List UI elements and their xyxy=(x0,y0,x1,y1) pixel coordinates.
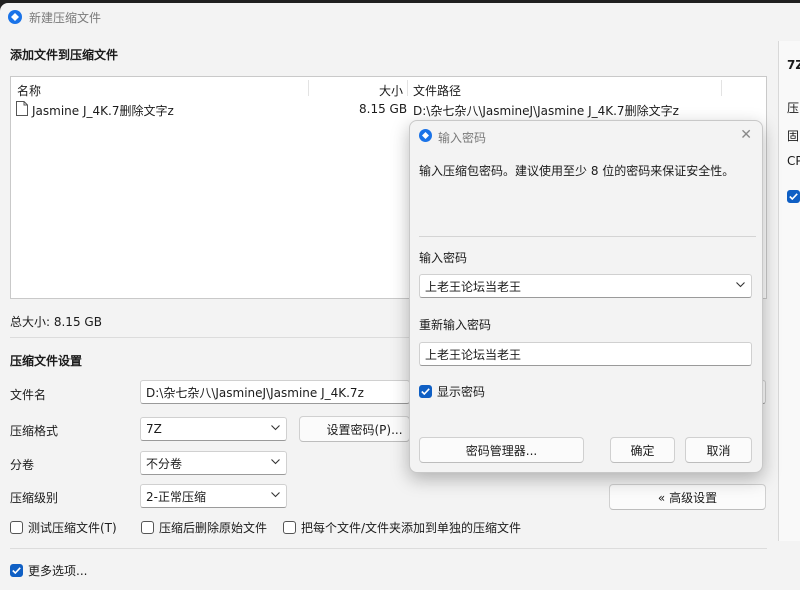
test-archive-checkbox[interactable]: 测试压缩文件(T) xyxy=(10,519,117,536)
add-files-heading: 添加文件到压缩文件 xyxy=(10,48,119,62)
advanced-settings-button[interactable]: « 高级设置 xyxy=(609,484,766,510)
filename-label: 文件名 xyxy=(10,388,47,402)
filename-value: D:\杂七杂八\JasmineJ\Jasmine J_4K.7z xyxy=(146,385,364,400)
chevron-down-icon xyxy=(271,492,280,498)
chevron-down-icon xyxy=(271,425,280,431)
checkmark-icon xyxy=(421,388,430,395)
column-name-header[interactable]: 名称 xyxy=(17,82,41,99)
checkbox-box xyxy=(283,521,296,534)
ok-button[interactable]: 确定 xyxy=(610,437,675,463)
format-label: 压缩格式 xyxy=(10,424,59,438)
reenter-password-input[interactable]: 上老王论坛当老王 xyxy=(419,342,752,366)
divider xyxy=(10,337,410,338)
close-icon[interactable]: ✕ xyxy=(740,127,752,143)
format-value: 7Z xyxy=(146,422,162,436)
split-value: 不分卷 xyxy=(146,456,183,471)
more-options-checkbox[interactable]: 更多选项... xyxy=(10,562,87,579)
level-select[interactable]: 2-正常压缩 xyxy=(140,484,287,508)
level-label: 压缩级别 xyxy=(10,491,59,505)
format-options-panel: 7Z 压 固 CP xyxy=(778,41,800,541)
file-size-cell: 8.15 GB xyxy=(359,102,408,116)
password-dialog: 输入密码 ✕ 输入压缩包密码。建议使用至少 8 位的密码来保证安全性。 输入密码… xyxy=(409,120,763,473)
chevron-down-icon[interactable] xyxy=(736,282,745,288)
password-manager-button[interactable]: 密码管理器... xyxy=(419,437,584,463)
set-password-button[interactable]: 设置密码(P)... xyxy=(299,416,410,442)
file-icon xyxy=(16,101,28,116)
checkmark-icon xyxy=(789,193,798,200)
panel-format-title: 7Z xyxy=(787,58,800,72)
show-password-checkbox[interactable]: 显示密码 xyxy=(419,383,485,400)
panel-line: 固 xyxy=(787,129,800,143)
total-size-label: 总大小: 8.15 GB xyxy=(10,315,102,329)
settings-heading: 压缩文件设置 xyxy=(10,354,83,368)
app-logo-icon xyxy=(419,129,432,142)
app-logo-icon xyxy=(8,10,22,24)
checkmark-icon xyxy=(12,567,21,574)
reenter-value: 上老王论坛当老王 xyxy=(425,347,522,362)
file-list-header: 名称 大小 文件路径 xyxy=(11,77,766,99)
password-label: 输入密码 xyxy=(419,251,468,265)
chevron-down-icon xyxy=(271,459,280,465)
panel-line: CP xyxy=(787,154,800,168)
level-value: 2-正常压缩 xyxy=(146,489,206,504)
column-path-header[interactable]: 文件路径 xyxy=(413,82,461,99)
panel-checkbox-checked[interactable] xyxy=(787,190,800,203)
cancel-button[interactable]: 取消 xyxy=(685,437,752,463)
table-row[interactable]: Jasmine J_4K.7删除文字z 8.15 GB D:\杂七杂八\Jasm… xyxy=(11,99,766,119)
checkbox-checked xyxy=(419,385,432,398)
checkbox-box xyxy=(141,521,154,534)
delete-after-checkbox[interactable]: 压缩后删除原始文件 xyxy=(141,519,267,536)
column-size-header[interactable]: 大小 xyxy=(379,82,403,99)
divider xyxy=(10,548,767,549)
dialog-description: 输入压缩包密码。建议使用至少 8 位的密码来保证安全性。 xyxy=(419,164,735,178)
password-input[interactable]: 上老王论坛当老王 xyxy=(419,274,752,298)
separate-archives-checkbox[interactable]: 把每个文件/文件夹添加到单独的压缩文件 xyxy=(283,519,521,536)
file-path-cell: D:\杂七杂八\JasmineJ\Jasmine J_4K.7删除文字z xyxy=(413,104,679,118)
password-value: 上老王论坛当老王 xyxy=(425,279,522,294)
format-select[interactable]: 7Z xyxy=(140,417,287,441)
checkbox-checked xyxy=(10,564,23,577)
reenter-label: 重新输入密码 xyxy=(419,318,492,332)
window-title: 新建压缩文件 xyxy=(29,10,102,25)
split-select[interactable]: 不分卷 xyxy=(140,451,287,475)
title-bar: 新建压缩文件 xyxy=(0,3,800,31)
file-name-cell: Jasmine J_4K.7删除文字z xyxy=(32,104,174,118)
split-label: 分卷 xyxy=(10,458,35,472)
dialog-title: 输入密码 xyxy=(438,131,487,145)
filename-input[interactable]: D:\杂七杂八\JasmineJ\Jasmine J_4K.7z xyxy=(140,380,410,404)
panel-line: 压 xyxy=(787,101,800,115)
checkbox-box xyxy=(10,521,23,534)
divider xyxy=(419,236,756,237)
